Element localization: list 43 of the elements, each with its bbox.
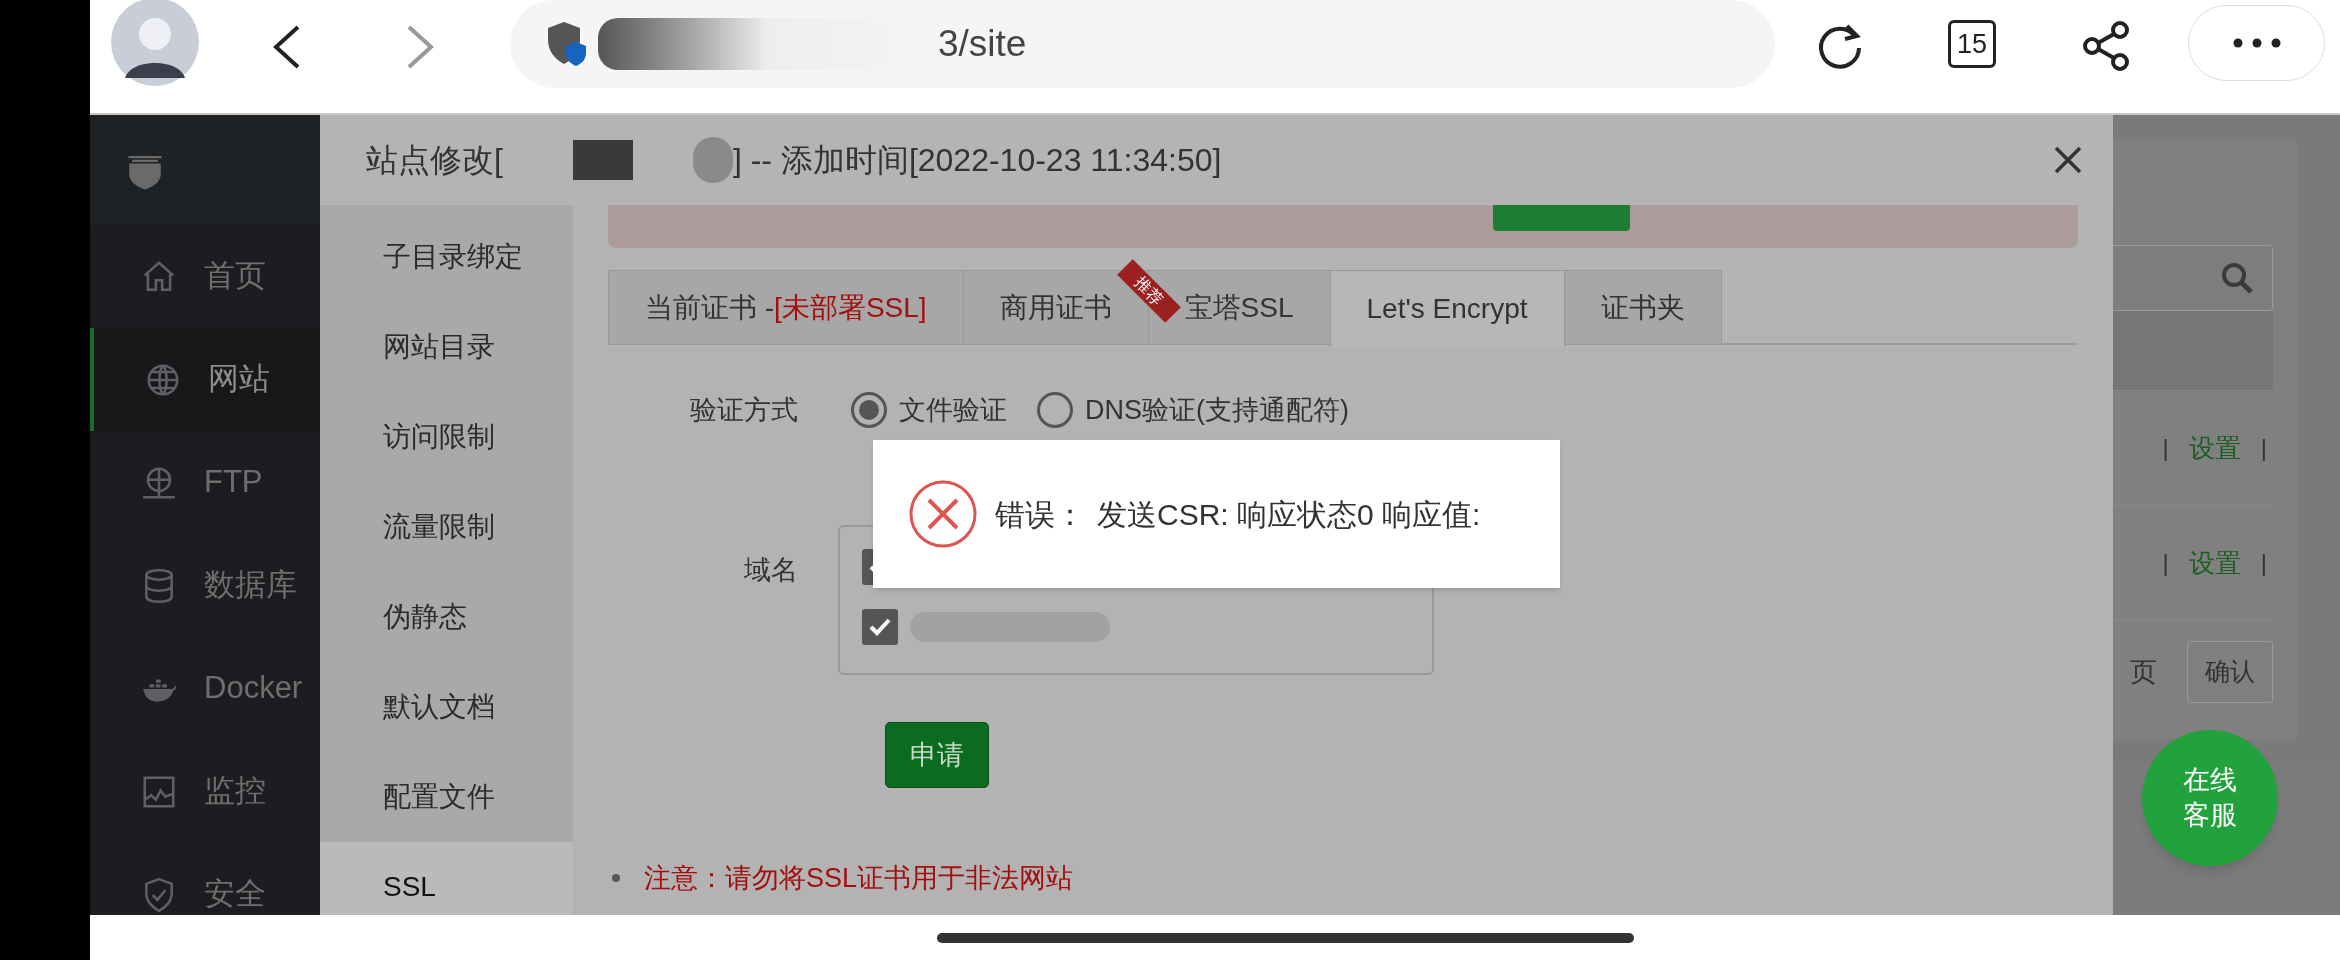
checkbox[interactable]: [862, 609, 898, 645]
sidebar-item[interactable]: 首页: [90, 225, 320, 328]
error-message: 发送CSR: 响应状态0 响应值:: [1097, 496, 1481, 533]
redaction-mark: [692, 137, 733, 183]
tab[interactable]: 证书夹: [1563, 270, 1722, 345]
separator-text: |: [2260, 548, 2267, 578]
tab[interactable]: Let's Encrypt: [1329, 270, 1565, 347]
bullet-icon: [612, 874, 620, 883]
notice-text: 注意：请勿将SSL证书用于非法网站: [644, 862, 1074, 895]
url-text: 3/site: [938, 22, 1027, 67]
search-icon[interactable]: [2220, 261, 2254, 295]
page-label: 页: [2130, 655, 2157, 689]
share-icon[interactable]: [2080, 20, 2132, 72]
radio-button[interactable]: [851, 392, 887, 428]
address-bar[interactable]: 3/site: [510, 0, 1775, 88]
redaction-mark: [572, 140, 633, 180]
radio-button[interactable]: [1037, 392, 1073, 428]
dialog-title: 站点修改[: [366, 141, 503, 180]
close-icon[interactable]: [2053, 145, 2083, 175]
separator-text: |: [2162, 548, 2169, 578]
sidebar-item[interactable]: FTP: [90, 431, 320, 534]
error-icon: [907, 478, 979, 550]
apply-button[interactable]: 申请: [885, 722, 989, 788]
separator-text: |: [2162, 433, 2169, 463]
radio-option[interactable]: 文件验证: [851, 389, 1007, 431]
separator-text: |: [2260, 433, 2267, 463]
menu-item[interactable]: SSL: [320, 842, 573, 915]
field-label: 域名: [743, 554, 798, 587]
field-label: 验证方式: [689, 393, 798, 427]
status-note: [未部署SSL]: [774, 290, 927, 325]
shield-icon: [546, 20, 588, 68]
more-icon: [2232, 38, 2281, 48]
dialog-title: ] -- 添加时间[2022-10-23 11:34:50]: [732, 141, 1222, 180]
sidebar-item[interactable]: Docker: [90, 637, 320, 740]
sidebar-item[interactable]: 安全: [90, 843, 320, 915]
error-label: 错误：: [995, 496, 1085, 533]
tab[interactable]: 当前证书 -[未部署SSL]: [608, 270, 964, 345]
sidebar-item[interactable]: 网站: [90, 328, 320, 431]
radio-option[interactable]: DNS验证(支持通配符): [1037, 389, 1349, 431]
sidebar-item[interactable]: 监控: [90, 740, 320, 843]
confirm-button[interactable]: 确认: [2187, 641, 2273, 703]
sidebar-item[interactable]: 数据库: [90, 534, 320, 637]
tab-count-button[interactable]: 15: [1948, 20, 1996, 68]
